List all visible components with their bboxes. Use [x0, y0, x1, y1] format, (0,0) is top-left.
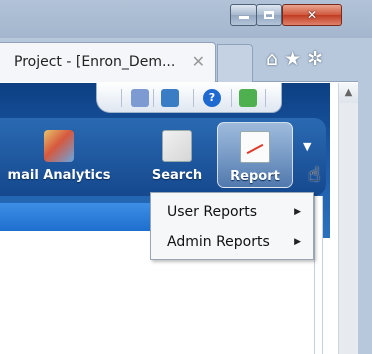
submenu-arrow-icon: ▶	[294, 237, 301, 247]
scroll-up-arrow-icon[interactable]: ▲	[339, 83, 358, 103]
menu-item-label: User Reports	[167, 204, 258, 220]
utility-separator	[231, 89, 232, 107]
maximize-button[interactable]	[256, 4, 282, 26]
utility-separator	[153, 89, 154, 107]
menu-item-user-reports[interactable]: User Reports ▶	[151, 197, 313, 227]
email-analytics-label: mail Analytics	[7, 168, 111, 183]
report-chart-icon	[240, 131, 270, 163]
menu-item-admin-reports[interactable]: Admin Reports ▶	[151, 227, 313, 257]
utility-separator	[121, 89, 122, 107]
maximize-icon	[264, 11, 274, 19]
book-icon[interactable]	[161, 89, 179, 107]
tab-close-icon[interactable]: ✕	[192, 43, 205, 81]
window-frame-right	[358, 38, 372, 354]
new-tab-button[interactable]	[217, 44, 253, 82]
home-icon[interactable]: ⌂	[266, 48, 284, 70]
minimize-icon	[238, 16, 249, 19]
help-icon[interactable]: ?	[203, 89, 221, 107]
content-panel-edge	[314, 196, 323, 354]
favorites-star-icon[interactable]: ★	[284, 48, 307, 70]
tab-project[interactable]: Project - [Enron_Dem... ✕	[0, 42, 216, 82]
hand-cursor-icon: ☝	[308, 162, 321, 186]
user-icon[interactable]	[131, 89, 149, 107]
content-panel	[0, 231, 150, 354]
minimize-button[interactable]	[230, 4, 257, 26]
exit-icon[interactable]	[239, 89, 257, 107]
menu-item-label: Admin Reports	[167, 234, 270, 250]
close-icon: ✕	[306, 8, 318, 22]
report-label: Report	[230, 169, 280, 184]
close-window-button[interactable]: ✕	[282, 4, 342, 26]
report-dropdown-menu: User Reports ▶ Admin Reports ▶	[150, 192, 314, 260]
submenu-arrow-icon: ▶	[294, 207, 301, 217]
report-button[interactable]: Report	[217, 122, 293, 188]
search-document-icon	[162, 130, 192, 162]
tab-title: Project - [Enron_Dem...	[14, 54, 176, 70]
vertical-scrollbar[interactable]: ▲	[338, 83, 358, 354]
search-button[interactable]: Search	[146, 130, 208, 183]
utility-bar: ?	[96, 83, 282, 113]
content-header-strip	[0, 203, 150, 231]
utility-separator	[265, 89, 266, 107]
main-toolbar: mail Analytics Search Report	[0, 118, 326, 196]
people-chart-icon	[44, 130, 74, 162]
window-titlebar: ✕	[0, 0, 372, 38]
email-analytics-button[interactable]: mail Analytics	[0, 130, 132, 183]
settings-gear-icon[interactable]: ✲	[307, 48, 329, 70]
browser-nav-icons: ⌂★✲	[266, 48, 329, 70]
chevron-down-icon[interactable]: ▼	[303, 140, 311, 153]
search-label: Search	[151, 168, 203, 183]
utility-separator	[193, 89, 194, 107]
